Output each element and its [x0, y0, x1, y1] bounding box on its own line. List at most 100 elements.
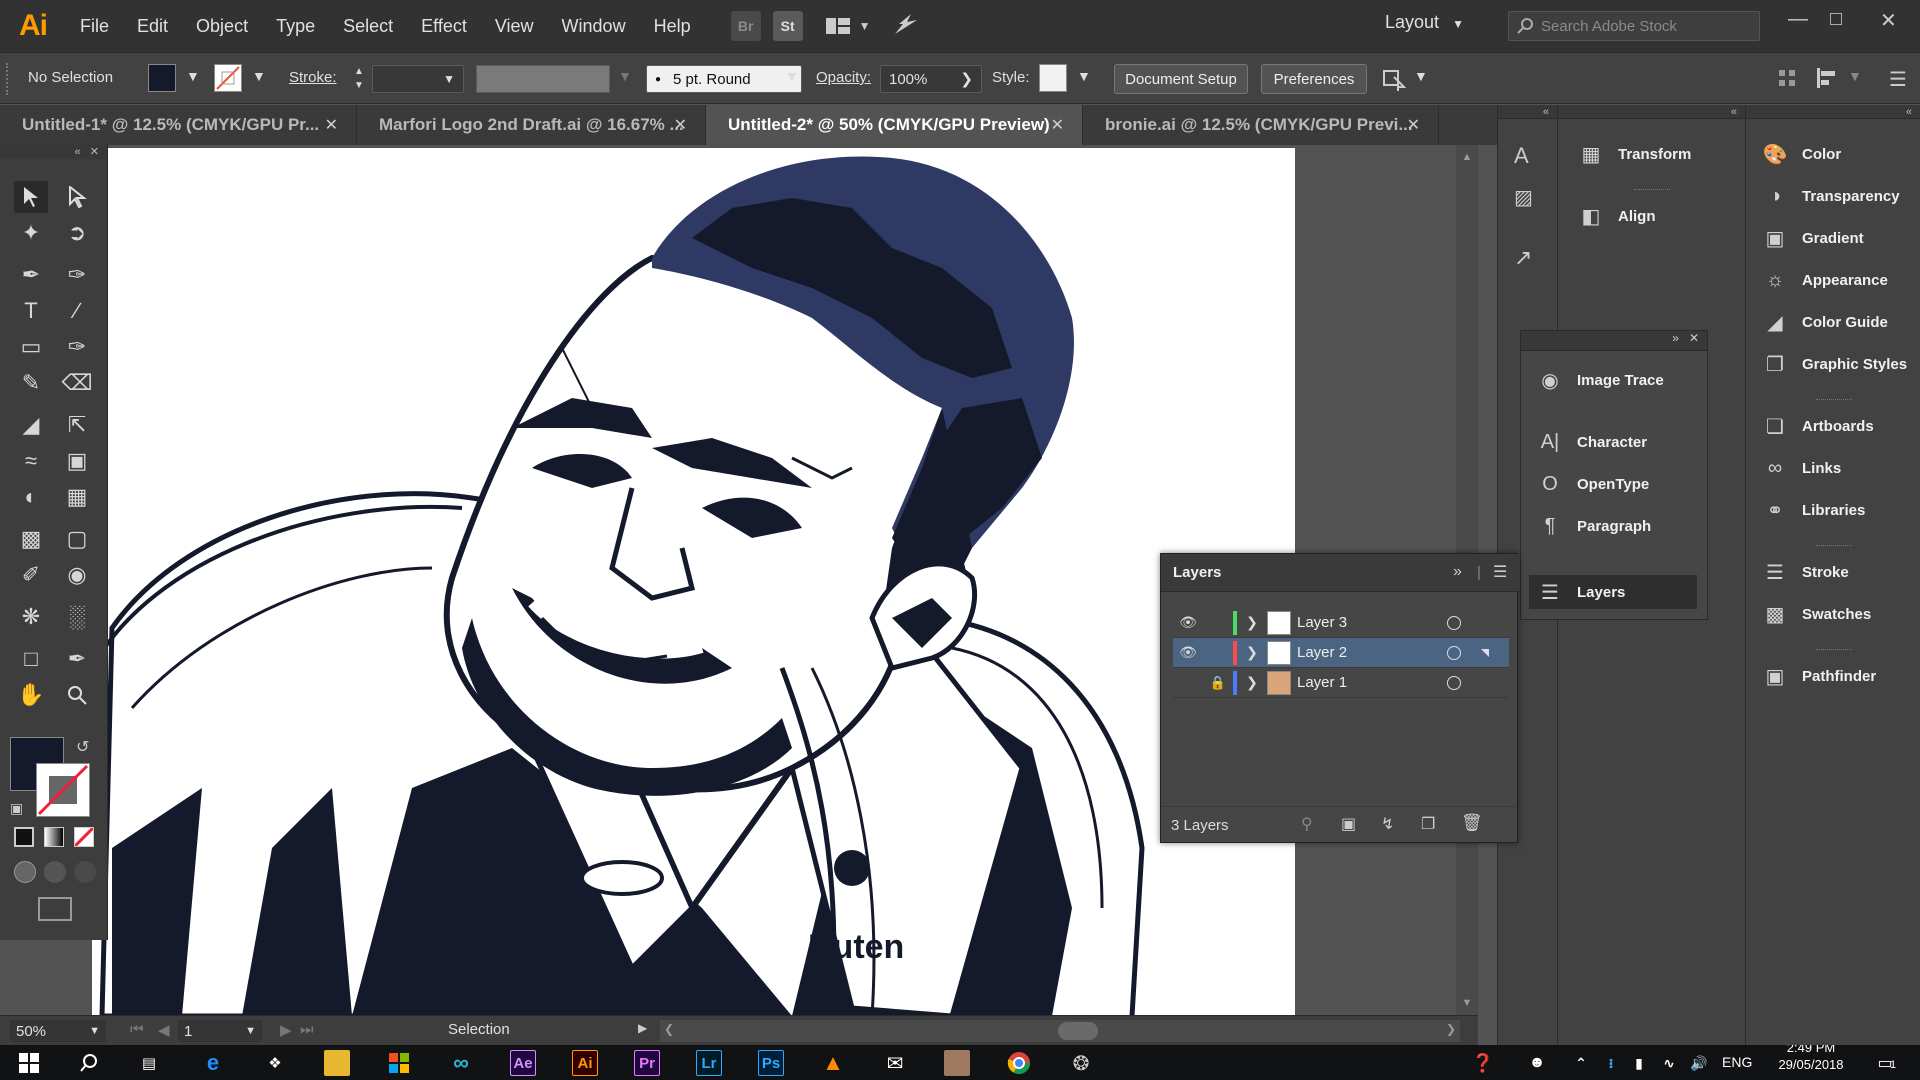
color-panel-tab[interactable]: 🎨 Color — [1760, 141, 1842, 167]
draw-behind-icon[interactable] — [44, 861, 66, 883]
menu-object[interactable]: Object — [182, 16, 262, 37]
opentype-panel-tab[interactable]: O OpenType — [1535, 471, 1649, 497]
stroke-weight-dropdown[interactable]: ▼ — [372, 65, 464, 93]
shaper-tool-icon[interactable]: ✎ — [14, 367, 48, 399]
bridge-button[interactable]: Br — [730, 11, 761, 41]
character-styles-icon[interactable]: A — [1514, 143, 1529, 169]
magic-wand-tool-icon[interactable]: ✦ — [14, 217, 48, 249]
direct-selection-tool-icon[interactable] — [60, 181, 94, 213]
stock-search-field[interactable]: Search Adobe Stock — [1508, 11, 1760, 41]
draw-normal-icon[interactable] — [14, 861, 36, 883]
mail-icon[interactable]: ✉ — [882, 1050, 908, 1076]
stroke-label[interactable]: Stroke: — [289, 69, 337, 86]
layer-row[interactable]: 👁 ❯ Layer 3 — [1173, 608, 1509, 638]
next-artboard-icon[interactable]: ▶ — [280, 1021, 292, 1039]
menu-view[interactable]: View — [481, 16, 548, 37]
links-panel-tab[interactable]: ∞ Links — [1760, 455, 1841, 481]
toolbox-header[interactable]: « ✕ — [0, 145, 107, 159]
close-icon[interactable]: ✕ — [90, 146, 99, 158]
layer-row[interactable]: 🔒 ❯ Layer 1 — [1173, 668, 1509, 698]
status-menu-icon[interactable]: ▶ — [638, 1021, 647, 1035]
artboard[interactable]: Kuten — [92, 148, 1295, 1016]
infinity-app-icon[interactable]: ∞ — [448, 1050, 474, 1076]
close-tab-icon[interactable]: ✕ — [1407, 115, 1420, 135]
selection-tool-icon[interactable] — [14, 181, 48, 213]
preferences-button[interactable]: Preferences — [1261, 64, 1367, 94]
swap-fill-stroke-icon[interactable]: ↺ — [76, 737, 89, 757]
tab-untitled-1[interactable]: Untitled-1* @ 12.5% (CMYK/GPU Pr... ✕ — [0, 105, 357, 145]
width-tool-icon[interactable]: ≈ — [14, 445, 48, 477]
close-tab-icon[interactable]: ✕ — [325, 115, 338, 135]
scrollbar-thumb[interactable] — [1058, 1022, 1098, 1040]
gradient-panel-tab[interactable]: ▣ Gradient — [1760, 225, 1864, 251]
gpu-performance-icon[interactable] — [893, 12, 919, 40]
chevron-down-icon[interactable]: ▼ — [618, 68, 632, 84]
blend-tool-icon[interactable]: ◉ — [60, 559, 94, 591]
delete-layer-icon[interactable]: 🗑 — [1461, 813, 1483, 833]
glyphs-icon[interactable]: ▨ — [1514, 185, 1533, 210]
layers-panel-header[interactable]: Layers » | ☰ — [1161, 554, 1519, 592]
after-effects-icon[interactable]: Ae — [510, 1050, 536, 1076]
clock[interactable]: 2:49 PM 29/05/2018 — [1766, 1045, 1856, 1080]
screen-mode-icon[interactable] — [38, 897, 72, 921]
document-setup-button[interactable]: Document Setup — [1114, 64, 1248, 94]
panel-header[interactable]: » ✕ — [1521, 331, 1707, 351]
stock-button[interactable]: St — [772, 11, 803, 41]
wifi-icon[interactable]: ∿ — [1656, 1050, 1682, 1076]
edge-browser-icon[interactable]: e — [200, 1050, 226, 1076]
lock-icon[interactable]: 🔒 — [1203, 675, 1233, 691]
eraser-tool-icon[interactable]: ⌫ — [60, 367, 94, 399]
photoshop-icon[interactable]: Ps — [758, 1050, 784, 1076]
premiere-icon[interactable]: Pr — [634, 1050, 660, 1076]
target-icon[interactable] — [1447, 645, 1461, 660]
curvature-tool-icon[interactable]: ✑ — [60, 259, 94, 291]
transparency-panel-tab[interactable]: ◑ Transparency — [1760, 183, 1900, 209]
fill-swatch[interactable] — [148, 64, 176, 92]
chevron-down-icon[interactable]: ▼ — [1414, 68, 1428, 84]
artboards-panel-tab[interactable]: ❏ Artboards — [1760, 413, 1874, 439]
scroll-right-icon[interactable]: ❯ — [1446, 1022, 1456, 1036]
menu-type[interactable]: Type — [262, 16, 329, 37]
panel-menu-icon[interactable]: ☰ — [1889, 67, 1907, 92]
menu-effect[interactable]: Effect — [407, 16, 481, 37]
draw-inside-icon[interactable] — [74, 861, 96, 883]
panel-menu-icon[interactable]: ☰ — [1493, 562, 1507, 582]
slice-tool-icon[interactable]: ✒ — [60, 643, 94, 675]
stroke-panel-tab[interactable]: ☰ Stroke — [1760, 559, 1849, 585]
gradient-mode-icon[interactable] — [44, 827, 64, 847]
default-colors-icon[interactable]: ▣ — [10, 800, 23, 817]
target-icon[interactable] — [1447, 615, 1461, 630]
dock-header[interactable]: « — [1746, 105, 1920, 119]
maximize-icon[interactable]: □ — [1830, 8, 1842, 31]
scroll-down-icon[interactable]: ▼ — [1456, 997, 1478, 1009]
swatches-panel-tab[interactable]: ▩ Swatches — [1760, 601, 1872, 627]
free-transform-tool-icon[interactable]: ▣ — [60, 445, 94, 477]
artboard-number-field[interactable]: 1 ▼ — [178, 1020, 262, 1042]
tab-untitled-2[interactable]: Untitled-2* @ 50% (CMYK/GPU Preview) ✕ — [706, 105, 1083, 145]
previous-artboard-icon[interactable]: ◀ — [158, 1021, 170, 1039]
export-icon[interactable]: ↗ — [1514, 245, 1532, 271]
chevron-right-icon[interactable]: ❯ — [1237, 674, 1267, 691]
perspective-grid-tool-icon[interactable]: ▦ — [60, 481, 94, 513]
lightroom-icon[interactable]: Lr — [696, 1050, 722, 1076]
graphic-style-swatch[interactable] — [1039, 64, 1067, 92]
minimize-icon[interactable]: — — [1788, 8, 1808, 31]
layer-name[interactable]: Layer 2 — [1297, 644, 1447, 661]
menu-file[interactable]: File — [66, 16, 123, 37]
appearance-panel-tab[interactable]: ☼ Appearance — [1760, 267, 1888, 293]
last-artboard-icon[interactable]: ⏭ — [300, 1021, 314, 1038]
close-tab-icon[interactable]: ✕ — [674, 115, 687, 135]
stroke-swatch[interactable] — [214, 64, 242, 92]
chevron-down-icon[interactable]: ▼ — [1077, 68, 1091, 84]
brush-definition-dropdown[interactable]: ● 5 pt. Round — [646, 65, 802, 93]
layer-name[interactable]: Layer 1 — [1297, 674, 1447, 691]
lasso-tool-icon[interactable]: ➲ — [60, 217, 94, 249]
stroke-weight-stepper[interactable]: ▲ ▼ — [350, 65, 368, 93]
hand-tool-icon[interactable]: ✋ — [14, 679, 48, 711]
transform-panel-tab[interactable]: ▦ Transform — [1576, 141, 1692, 167]
opacity-label[interactable]: Opacity: — [816, 69, 871, 86]
chevron-down-icon[interactable]: ▼ — [252, 68, 266, 84]
align-panel-tab[interactable]: ◧ Align — [1576, 203, 1656, 229]
collapse-icon[interactable]: » — [1453, 563, 1462, 581]
scale-tool-icon[interactable]: ⇱ — [60, 409, 94, 441]
